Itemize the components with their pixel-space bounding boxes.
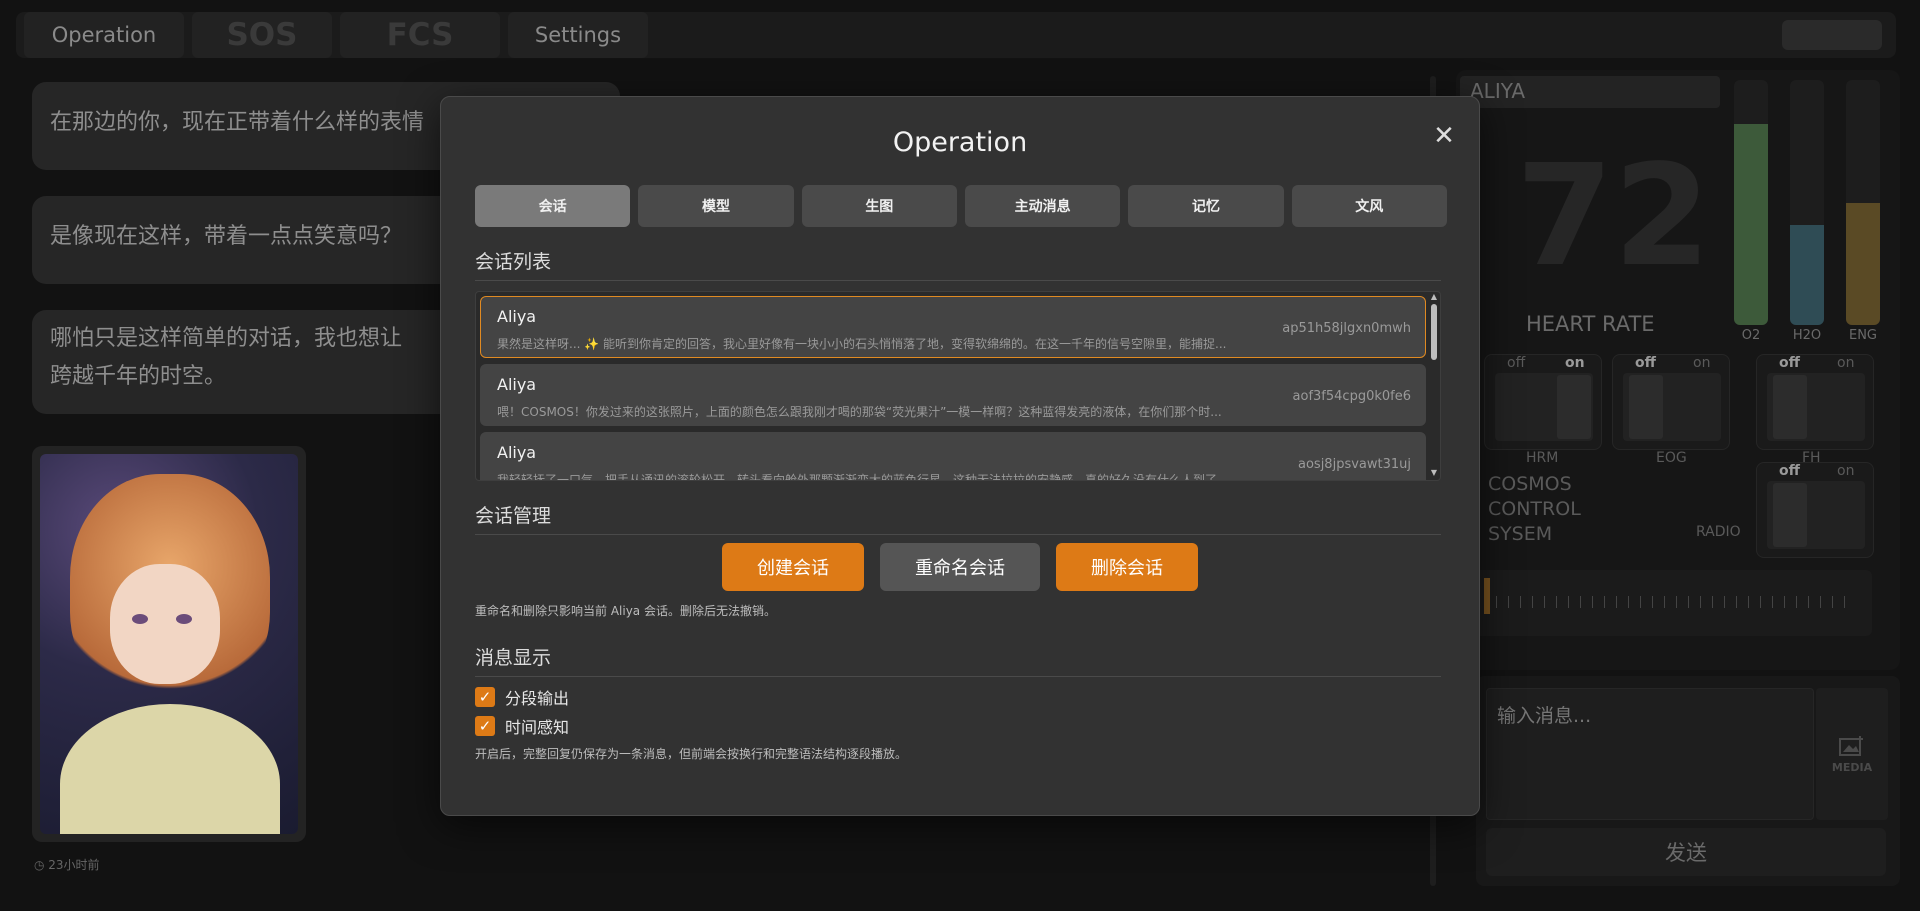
gauge-eng [1846, 80, 1880, 325]
dialog-tabs: 会话 模型 生图 主动消息 记忆 文风 [475, 185, 1447, 227]
status-panel: ALIYA 72 HEART RATE O2 H2O ENG off on HR… [1456, 70, 1900, 670]
rename-session-button[interactable]: 重命名会话 [880, 543, 1040, 591]
frequency-needle[interactable] [1484, 578, 1490, 614]
tab-fcs[interactable]: FCS [340, 12, 500, 58]
switch-hrm-label: HRM [1526, 450, 1559, 466]
media-button[interactable]: MEDIA [1816, 688, 1888, 820]
composer: MEDIA 发送 [1476, 676, 1900, 886]
chat-image[interactable] [32, 446, 306, 842]
message-display-heading: 消息显示 [475, 643, 1441, 677]
character-portrait [40, 454, 298, 834]
system-title: COSMOS CONTROL SYSEM [1488, 473, 1581, 545]
session-id: ap51h58jlgxn0mwh [1282, 321, 1411, 336]
tab-proactive-message[interactable]: 主动消息 [964, 185, 1121, 227]
operation-dialog: Operation ✕ 会话 模型 生图 主动消息 记忆 文风 会话列表 Ali… [440, 96, 1480, 816]
tab-operation[interactable]: Operation [24, 12, 184, 58]
message-input[interactable] [1486, 688, 1814, 820]
session-actions: 创建会话 重命名会话 删除会话 [441, 543, 1479, 591]
display-note: 开启后，完整回复仍保存为一条消息，但前端会按换行和完整语法结构逐段播放。 [475, 747, 908, 761]
session-item[interactable]: Aliya 果然是这样呀... ✨ 能听到你肯定的回答，我心里好像有一块小小的石… [480, 296, 1426, 358]
gauge-o2 [1734, 80, 1768, 325]
create-session-button[interactable]: 创建会话 [722, 543, 864, 591]
scroll-up-icon[interactable]: ▲ [1430, 292, 1438, 301]
session-item[interactable]: Aliya 喂！COSMOS！你发过来的这张照片，上面的颜色怎么跟我刚才喝的那袋… [480, 364, 1426, 426]
tab-memory[interactable]: 记忆 [1128, 185, 1284, 227]
heart-rate-label: HEART RATE [1526, 312, 1655, 336]
top-nav: Operation SOS FCS Settings [16, 12, 1896, 58]
tab-conversation[interactable]: 会话 [475, 185, 631, 227]
heart-rate-value: 72 [1516, 135, 1711, 298]
switch-radio[interactable]: off on [1756, 462, 1874, 558]
tab-image-gen[interactable]: 生图 [801, 185, 957, 227]
gauge-h2o [1790, 80, 1824, 325]
option-time-awareness[interactable]: ✓ 时间感知 [475, 714, 569, 738]
frequency-tuner[interactable] [1472, 570, 1872, 636]
switch-fh[interactable]: off on [1756, 354, 1874, 450]
character-name: ALIYA [1460, 76, 1720, 108]
gauge-eng-label: ENG [1848, 328, 1877, 343]
tab-sos[interactable]: SOS [192, 12, 332, 58]
gauge-h2o-label: H2O [1792, 328, 1822, 343]
topbar-control[interactable] [1782, 20, 1882, 50]
session-list-heading: 会话列表 [475, 247, 1441, 281]
checkbox-checked-icon[interactable]: ✓ [475, 687, 495, 707]
tab-settings[interactable]: Settings [508, 12, 648, 58]
message-timestamp: ◷ 23小时前 [34, 858, 100, 872]
send-button[interactable]: 发送 [1486, 828, 1886, 876]
session-name: Aliya [497, 375, 537, 394]
close-icon[interactable]: ✕ [1429, 121, 1459, 151]
session-list: Aliya 果然是这样呀... ✨ 能听到你肯定的回答，我心里好像有一块小小的石… [475, 291, 1441, 481]
session-preview: 我轻轻抚了一口气，把手从通讯的滚轮松开，转头看向舱外那颗渐渐变大的蓝色行星。这种… [497, 473, 1229, 481]
checkbox-checked-icon[interactable]: ✓ [475, 716, 495, 736]
session-preview: 果然是这样呀... ✨ 能听到你肯定的回答，我心里好像有一块小小的石头悄悄落了地… [497, 337, 1227, 351]
tab-writing-style[interactable]: 文风 [1291, 185, 1447, 227]
media-label: MEDIA [1831, 760, 1873, 774]
switch-hrm[interactable]: off on [1484, 354, 1602, 450]
gauge-o2-label: O2 [1741, 328, 1761, 343]
dialog-title: Operation [892, 127, 1028, 158]
session-management-heading: 会话管理 [475, 501, 1441, 535]
scroll-down-icon[interactable]: ▼ [1430, 468, 1438, 477]
option-label: 分段输出 [505, 689, 570, 708]
management-note: 重命名和删除只影响当前 Aliya 会话。删除后无法撤销。 [475, 604, 776, 618]
switch-eog-label: EOG [1656, 450, 1687, 466]
session-list-scrollbar[interactable]: ▲ ▼ [1430, 292, 1438, 478]
session-id: aof3f54cpg0k0fe6 [1292, 389, 1411, 404]
option-label: 时间感知 [505, 718, 570, 737]
scrollbar-thumb[interactable] [1431, 304, 1437, 360]
session-preview: 喂！COSMOS！你发过来的这张照片，上面的颜色怎么跟我刚才喝的那袋“荧光果汁”… [497, 405, 1222, 419]
session-name: Aliya [497, 443, 537, 462]
option-segmented-output[interactable]: ✓ 分段输出 [475, 685, 569, 709]
session-item[interactable]: Aliya 我轻轻抚了一口气，把手从通讯的滚轮松开，转头看向舱外那颗渐渐变大的蓝… [480, 432, 1426, 481]
tab-model[interactable]: 模型 [638, 185, 794, 227]
switch-radio-label: RADIO [1696, 524, 1741, 540]
session-id: aosj8jpsvawt31uj [1298, 457, 1411, 472]
image-icon [1839, 735, 1863, 756]
delete-session-button[interactable]: 删除会话 [1056, 543, 1198, 591]
switch-eog[interactable]: off on [1612, 354, 1730, 450]
session-name: Aliya [497, 307, 537, 326]
